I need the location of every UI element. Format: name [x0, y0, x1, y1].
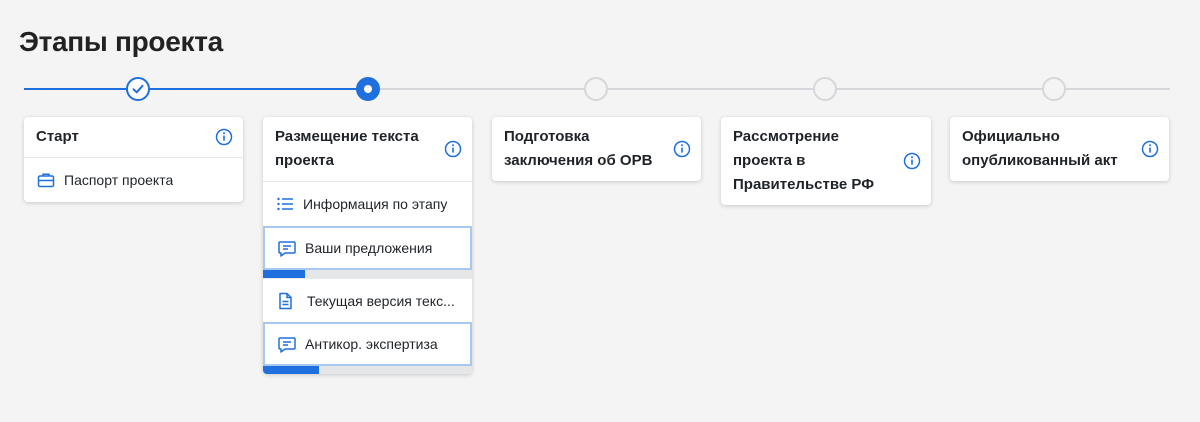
- progress-bar: [263, 366, 472, 374]
- info-icon[interactable]: [215, 128, 233, 146]
- timeline-step-1[interactable]: [126, 77, 150, 101]
- item-label: Паспорт проекта: [64, 172, 174, 188]
- list-item[interactable]: Паспорт проекта: [24, 158, 243, 202]
- stage-title: Рассмотрение проекта в Правительстве РФ: [733, 128, 874, 193]
- comment-icon: [278, 337, 296, 353]
- stage-title: Размещение текста проекта: [275, 128, 419, 169]
- list-item[interactable]: Информация по этапу: [263, 182, 472, 226]
- stage-items: Информация по этапу Ваши предложения Тек…: [263, 181, 472, 374]
- timeline-step-2[interactable]: [356, 77, 380, 101]
- briefcase-icon: [37, 173, 55, 188]
- stage-timeline: [0, 76, 1200, 102]
- stage-card-government: Рассмотрение проекта в Правительстве РФ: [721, 117, 931, 205]
- list-item-anticorruption[interactable]: Антикор. экспертиза: [263, 322, 472, 366]
- stage-card-orv: Подготовка заключения об ОРВ: [492, 117, 701, 181]
- progress-fill: [263, 270, 305, 278]
- stage-header[interactable]: Официально опубликованный акт: [950, 117, 1169, 181]
- stage-title: Старт: [36, 128, 79, 145]
- stage-header[interactable]: Размещение текста проекта: [263, 117, 472, 181]
- stage-title: Официально опубликованный акт: [962, 128, 1118, 169]
- timeline-line-done: [24, 88, 369, 90]
- document-icon: [279, 292, 292, 309]
- stage-card-published: Официально опубликованный акт: [950, 117, 1169, 181]
- check-icon: [132, 84, 144, 94]
- stage-card-start: Старт Паспорт проекта: [24, 117, 243, 202]
- info-icon[interactable]: [1141, 140, 1159, 158]
- progress-bar: [263, 270, 472, 278]
- timeline-step-4[interactable]: [813, 77, 837, 101]
- item-label: Ваши предложения: [305, 240, 433, 256]
- progress-fill: [263, 366, 320, 374]
- list-item-proposals[interactable]: Ваши предложения: [263, 226, 472, 270]
- list-item[interactable]: Текущая версия текс...: [263, 278, 472, 322]
- item-label: Информация по этапу: [303, 196, 448, 212]
- info-icon[interactable]: [673, 140, 691, 158]
- item-label: Текущая версия текс...: [307, 292, 455, 309]
- stage-header[interactable]: Подготовка заключения об ОРВ: [492, 117, 701, 181]
- stage-items: Паспорт проекта: [24, 157, 243, 202]
- list-icon: [277, 197, 293, 211]
- comment-icon: [278, 241, 296, 257]
- stage-title: Подготовка заключения об ОРВ: [504, 128, 653, 169]
- timeline-step-3[interactable]: [584, 77, 608, 101]
- stage-header[interactable]: Старт: [24, 117, 243, 157]
- page-title: Этапы проекта: [19, 26, 223, 57]
- stage-header[interactable]: Рассмотрение проекта в Правительстве РФ: [721, 117, 931, 205]
- timeline-step-5[interactable]: [1042, 77, 1066, 101]
- stage-card-text-placement: Размещение текста проекта Информация по …: [263, 117, 472, 374]
- info-icon[interactable]: [903, 152, 921, 170]
- info-icon[interactable]: [444, 140, 462, 158]
- item-label: Антикор. экспертиза: [305, 336, 438, 352]
- dot-icon: [364, 85, 372, 93]
